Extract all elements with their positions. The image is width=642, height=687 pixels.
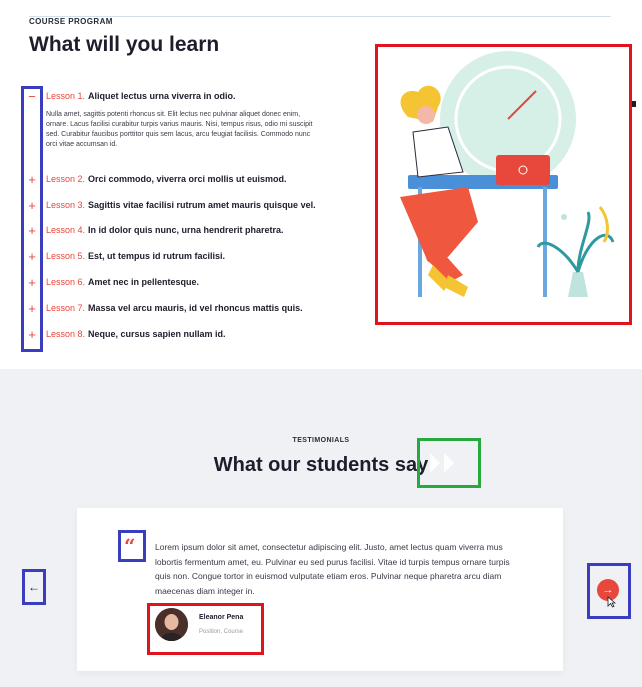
- lesson-number: Lesson 4.: [46, 225, 86, 235]
- lesson-item-3[interactable]: + Lesson 3. Sagittis vitae facilisi rutr…: [22, 199, 322, 213]
- author-role: Position, Course: [199, 629, 244, 635]
- lesson-description: Nulla amet, sagittis potenti rhoncus sit…: [46, 111, 313, 148]
- person-icon: [155, 608, 188, 641]
- section-eyebrow: COURSE PROGRAM: [29, 17, 113, 26]
- expand-icon[interactable]: +: [22, 199, 42, 213]
- lesson-number: Lesson 6.: [46, 277, 86, 287]
- collapse-icon[interactable]: −: [22, 90, 42, 104]
- previous-button[interactable]: ←: [22, 569, 46, 605]
- section-divider: [29, 16, 611, 17]
- expand-icon[interactable]: +: [22, 173, 42, 187]
- arrow-left-icon: ←: [28, 580, 40, 594]
- lesson-item-2[interactable]: + Lesson 2. Orci commodo, viverra orci m…: [22, 173, 322, 187]
- lesson-item-6[interactable]: + Lesson 6. Amet nec in pellentesque.: [22, 276, 322, 290]
- course-illustration: [375, 44, 632, 325]
- lesson-item-8[interactable]: + Lesson 8. Neque, cursus sapien nullam …: [22, 328, 322, 342]
- scroll-marker: [632, 101, 636, 107]
- lesson-item-4[interactable]: + Lesson 4. In id dolor quis nunc, urna …: [22, 224, 322, 238]
- avatar: [155, 608, 188, 641]
- lesson-title: Neque, cursus sapien nullam id.: [88, 329, 226, 339]
- lesson-item-7[interactable]: + Lesson 7. Massa vel arcu mauris, id ve…: [22, 302, 322, 316]
- lesson-item-1[interactable]: − Lesson 1. Aliquet lectus urna viverra …: [22, 90, 322, 104]
- expand-icon[interactable]: +: [22, 250, 42, 264]
- expand-icon[interactable]: +: [22, 224, 42, 238]
- lesson-number: Lesson 1.: [46, 91, 86, 101]
- lesson-title: Orci commodo, viverra orci mollis ut eui…: [88, 174, 287, 184]
- lesson-title: Est, ut tempus id rutrum facilisi.: [88, 251, 226, 261]
- lesson-number: Lesson 7.: [46, 303, 86, 313]
- student-illustration-icon: [400, 51, 615, 297]
- decorative-quote-highlight: [417, 438, 481, 488]
- lesson-number: Lesson 8.: [46, 329, 86, 339]
- cursor-icon: [607, 596, 616, 608]
- testimonial-quote: Lorem ipsum dolor sit amet, consectetur …: [155, 542, 510, 596]
- lesson-number: Lesson 5.: [46, 251, 86, 261]
- lesson-title: In id dolor quis nunc, urna hendrerit ph…: [88, 225, 284, 235]
- author-name: Eleanor Pena: [199, 614, 244, 621]
- page-title: What will you learn: [29, 33, 220, 56]
- quote-marks-icon: [430, 453, 454, 473]
- lesson-number: Lesson 3.: [46, 200, 86, 210]
- lesson-title: Aliquet lectus urna viverra in odio.: [88, 91, 236, 101]
- lesson-item-5[interactable]: + Lesson 5. Est, ut tempus id rutrum fac…: [22, 250, 322, 264]
- lesson-title: Sagittis vitae facilisi rutrum amet maur…: [88, 200, 316, 210]
- lesson-number: Lesson 2.: [46, 174, 86, 184]
- lesson-title: Massa vel arcu mauris, id vel rhoncus ma…: [88, 303, 303, 313]
- expand-icon[interactable]: +: [22, 276, 42, 290]
- expand-icon[interactable]: +: [22, 328, 42, 342]
- arrow-right-icon: →: [602, 584, 614, 596]
- quote-icon: “: [124, 534, 136, 558]
- section-title: What our students say: [213, 454, 429, 476]
- section-eyebrow: TESTIMONIALS: [292, 437, 350, 444]
- expand-icon[interactable]: +: [22, 302, 42, 316]
- lesson-title: Amet nec in pellentesque.: [88, 277, 200, 287]
